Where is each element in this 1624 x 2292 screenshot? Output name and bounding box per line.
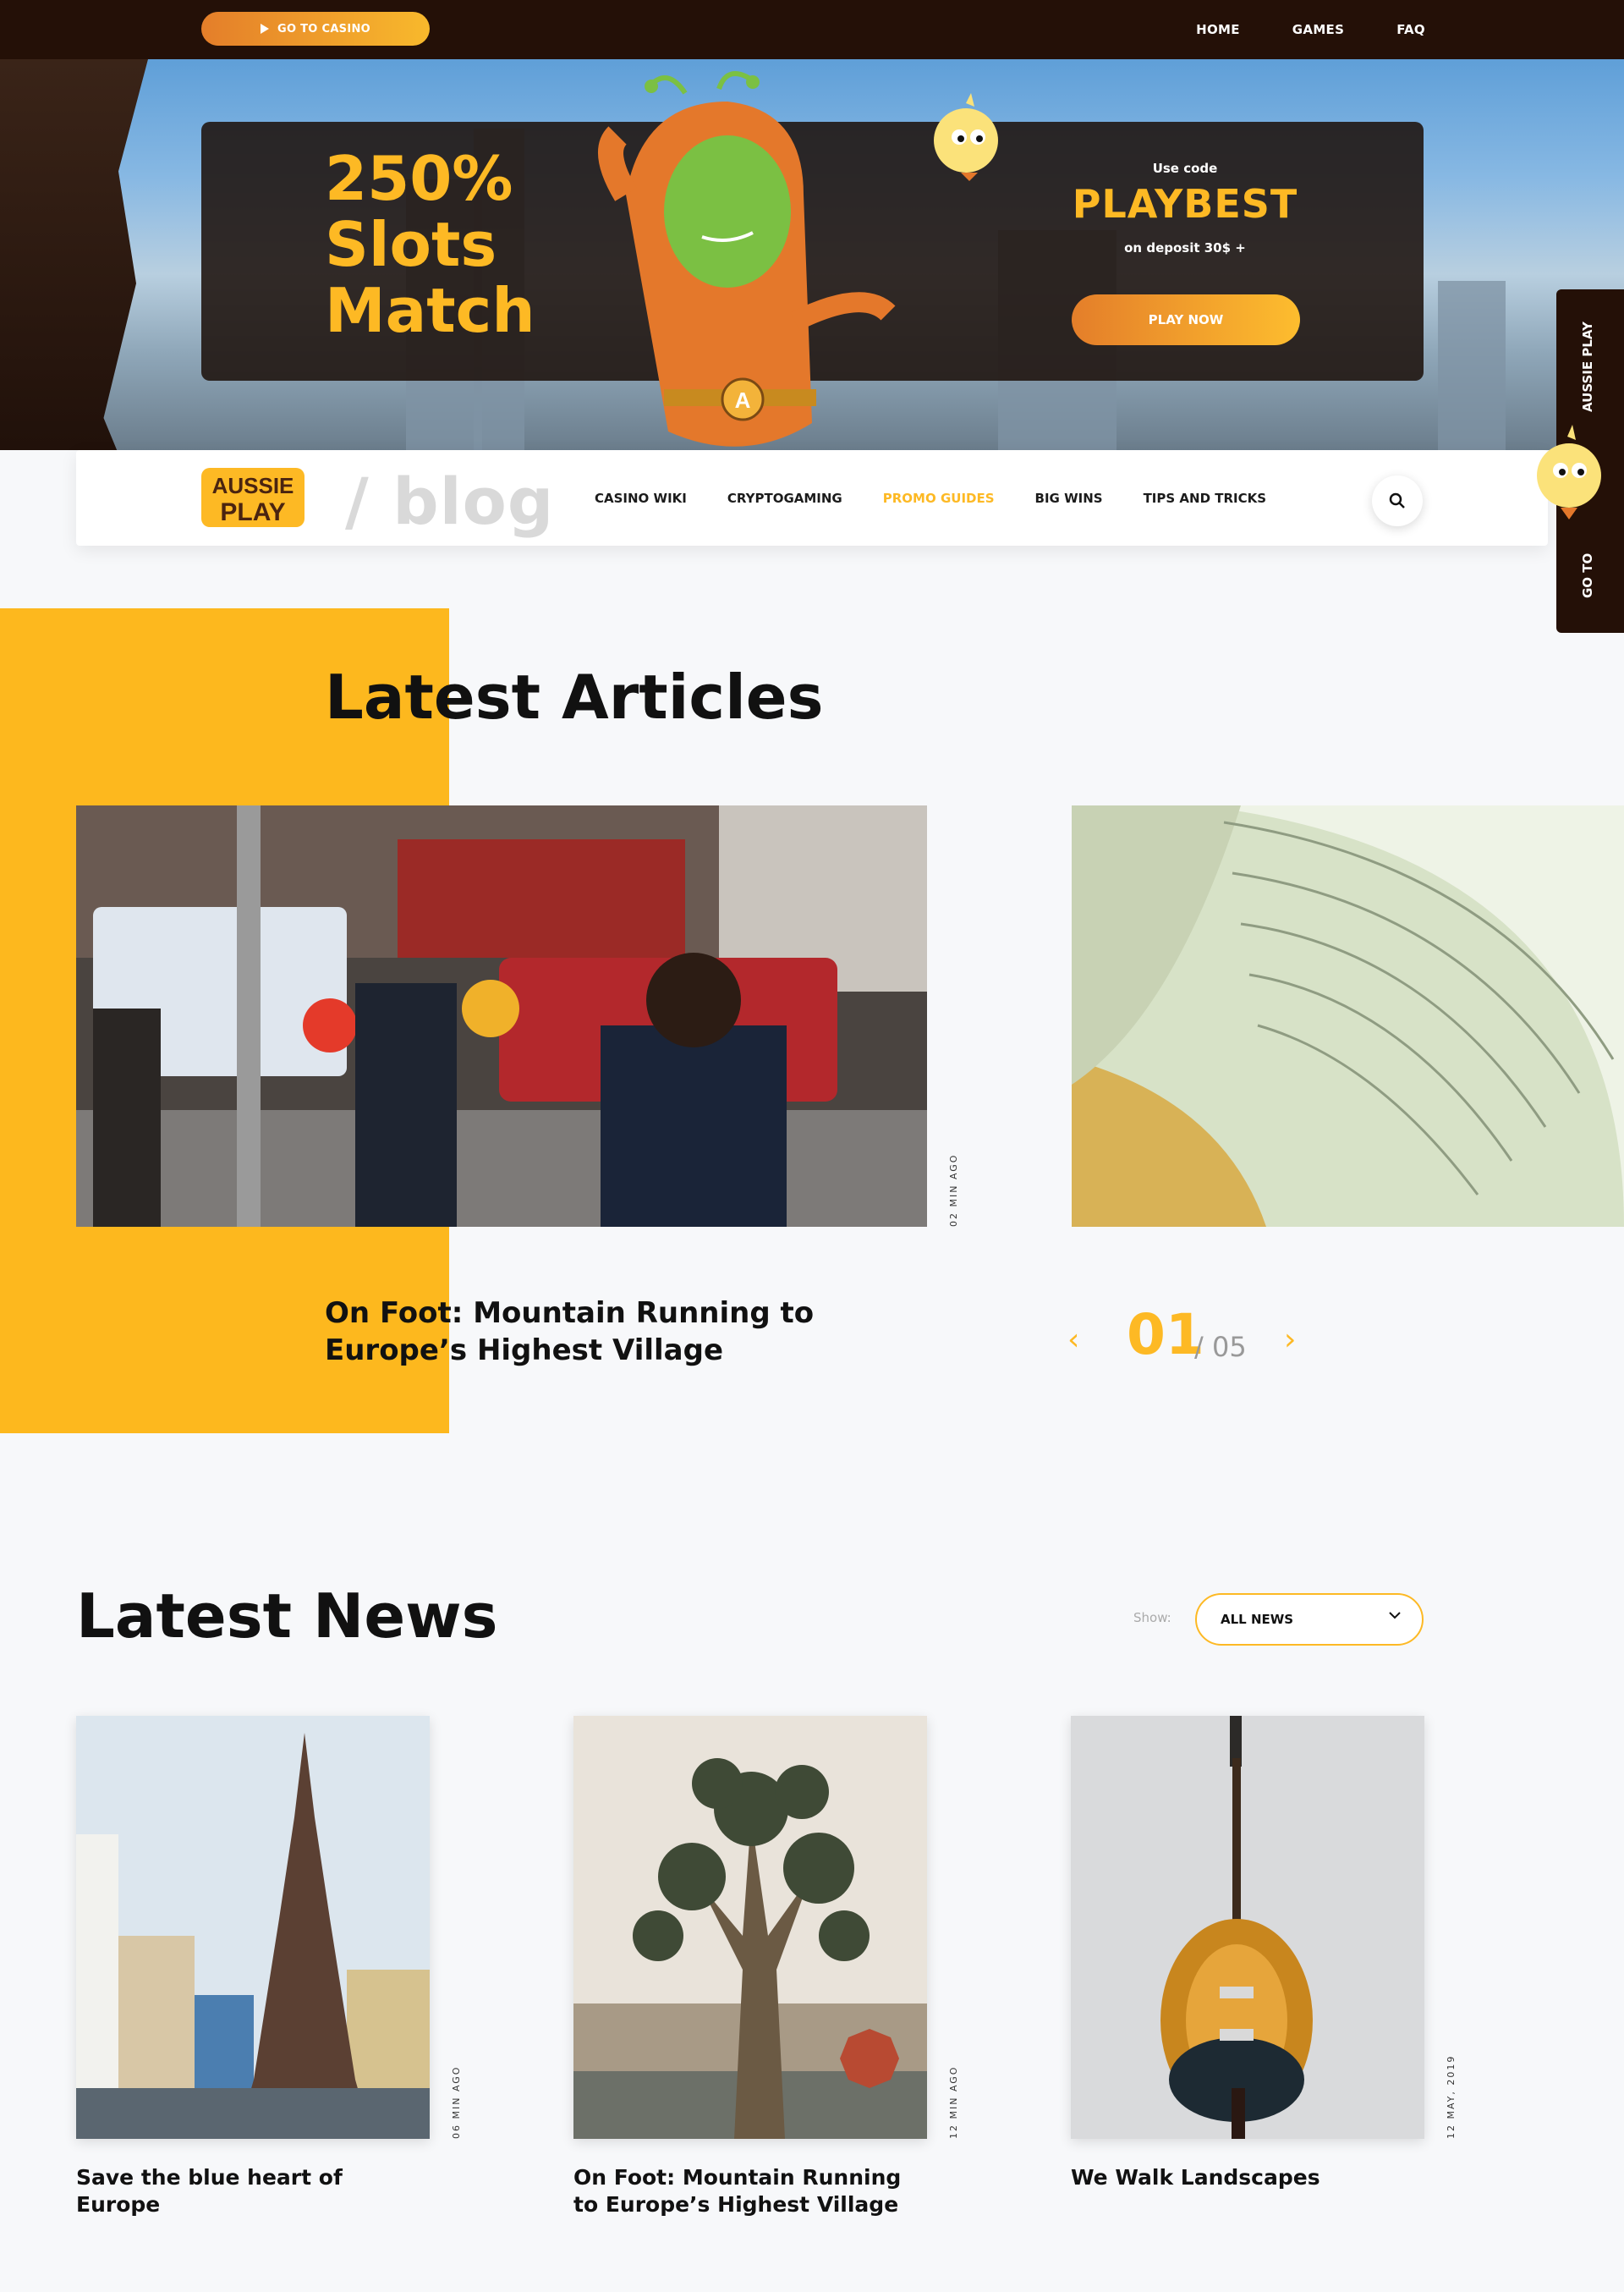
nav-home[interactable]: HOME [1196, 22, 1240, 37]
featured-article-title[interactable]: On Foot: Mountain Running to Europe’s Hi… [325, 1294, 832, 1369]
top-bar: GO TO CASINO HOME GAMES FAQ [0, 0, 1624, 59]
nav-casino-wiki[interactable]: CASINO WIKI [595, 491, 687, 506]
nav-promo-guides[interactable]: PROMO GUIDES [883, 491, 995, 506]
use-code-label: Use code [1152, 161, 1218, 176]
mascot-character: A [598, 71, 896, 447]
chevron-down-icon [1389, 1612, 1401, 1619]
slide-current: 01 [1127, 1302, 1204, 1367]
show-filter-label: Show: [1133, 1610, 1171, 1625]
featured-article-image[interactable] [76, 805, 927, 1227]
side-bird-mascot-icon [1537, 425, 1601, 519]
news-filter-select[interactable]: ALL NEWS [1195, 1593, 1424, 1646]
bird-mascot-icon [934, 93, 998, 181]
promo-line: 250% [325, 143, 513, 214]
aussie-play-logo[interactable]: AUSSIE PLAY [200, 464, 306, 530]
promo-title: 250% Slots Match [325, 146, 629, 344]
next-article-image[interactable] [1072, 805, 1624, 1227]
play-icon [260, 24, 269, 34]
nav-cryptogaming[interactable]: CRYPTOGAMING [727, 491, 842, 506]
news-title[interactable]: On Foot: Mountain Running to Europe’s Hi… [573, 2164, 927, 2218]
promo-line: Match [325, 275, 535, 346]
featured-article-time: 02 MIN AGO [948, 1153, 959, 1227]
logo-text: PLAY [220, 498, 285, 526]
go-to-casino-label: GO TO CASINO [277, 22, 371, 36]
background-building [1438, 281, 1506, 450]
news-title[interactable]: Save the blue heart of Europe [76, 2164, 430, 2218]
news-filter-value: ALL NEWS [1221, 1612, 1294, 1627]
latest-news-heading: Latest News [76, 1580, 498, 1652]
slide-total: / 05 [1194, 1331, 1247, 1363]
search-icon [1389, 492, 1405, 508]
news-image-eiffel-tower[interactable] [76, 1716, 430, 2139]
news-card[interactable]: We Walk Landscapes [1071, 1716, 1424, 2191]
logo-text: AUSSIE [212, 473, 294, 498]
promo-line: Slots [325, 209, 497, 280]
news-image-guitar[interactable] [1071, 1716, 1424, 2139]
news-card[interactable]: Save the blue heart of Europe [76, 1716, 430, 2218]
side-tab-label-bottom: GO TO [1580, 552, 1595, 598]
search-button[interactable] [1372, 475, 1423, 526]
chevron-right-icon[interactable]: › [1284, 1322, 1296, 1357]
article-slider-controls: ‹ 01 / 05 › [1067, 1299, 1321, 1375]
top-nav: HOME GAMES FAQ [1196, 0, 1425, 59]
deposit-note: on deposit 30$ + [1124, 240, 1246, 256]
nav-games[interactable]: GAMES [1292, 22, 1344, 37]
news-card[interactable]: On Foot: Mountain Running to Europe’s Hi… [573, 1716, 927, 2218]
latest-articles-heading: Latest Articles [325, 662, 824, 733]
play-now-button[interactable]: PLAY NOW [1072, 294, 1300, 345]
svg-text:A: A [735, 387, 751, 413]
promo-code: PLAYBEST [1072, 181, 1298, 227]
nav-faq[interactable]: FAQ [1396, 22, 1425, 37]
news-time: 12 MIN AGO [948, 2065, 959, 2139]
news-time: 06 MIN AGO [451, 2065, 462, 2139]
category-nav: CASINO WIKI CRYPTOGAMING PROMO GUIDES BI… [595, 491, 1266, 506]
news-image-joshua-tree[interactable] [573, 1716, 927, 2139]
go-to-casino-button[interactable]: GO TO CASINO [201, 12, 430, 46]
nav-tips-and-tricks[interactable]: TIPS AND TRICKS [1144, 491, 1266, 506]
side-tab-label-top: AUSSIE PLAY [1580, 322, 1595, 412]
news-time: 12 MAY, 2019 [1446, 2054, 1457, 2139]
rock-cliff [0, 59, 148, 450]
chevron-left-icon[interactable]: ‹ [1067, 1322, 1079, 1357]
nav-big-wins[interactable]: BIG WINS [1035, 491, 1103, 506]
news-title[interactable]: We Walk Landscapes [1071, 2164, 1424, 2191]
blog-label: / blog [345, 464, 555, 539]
